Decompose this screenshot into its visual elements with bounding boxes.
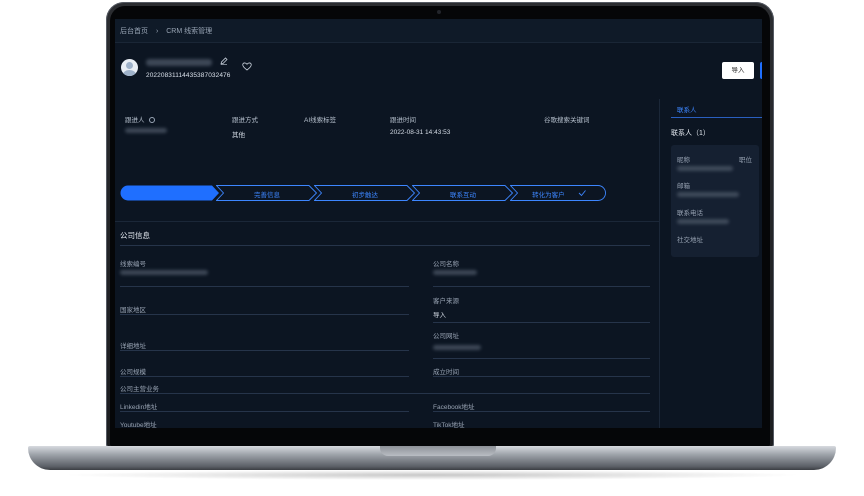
field-underline <box>120 411 409 412</box>
field-underline <box>120 393 650 394</box>
tab-underline <box>671 117 762 118</box>
step-label: 转化为客户 <box>532 192 565 199</box>
scale-label: 公司规模 <box>120 369 146 376</box>
field-underline <box>433 411 650 412</box>
facebook-label: Facebook地址 <box>433 404 475 411</box>
step-label: 联系互动 <box>450 192 476 199</box>
divider <box>115 221 660 222</box>
step-label: 初步触达 <box>352 192 378 199</box>
position-label: 职位 <box>739 157 752 164</box>
company-name-label: 公司名称 <box>433 261 459 268</box>
lead-no-value-redacted <box>120 270 208 277</box>
ai-tag-label: AI线索标签 <box>304 117 337 124</box>
lead-header: 20220831114435387032476 <box>115 43 762 99</box>
nickname-value-redacted <box>677 166 733 173</box>
laptop-notch <box>380 446 496 456</box>
phone-label: 联系电话 <box>677 210 703 217</box>
region-label: 国家地区 <box>120 307 146 314</box>
primary-action-button[interactable] <box>760 62 762 79</box>
phone-value-redacted <box>677 219 729 226</box>
website-value-redacted <box>433 345 481 352</box>
time-label: 跟进时间 <box>390 117 416 124</box>
section-title: 公司信息 <box>120 231 150 240</box>
field-underline <box>120 314 409 315</box>
step-label: 完善信息 <box>254 192 280 199</box>
breadcrumb-separator: › <box>155 28 159 35</box>
field-underline <box>433 286 650 287</box>
time-value: 2022-08-31 14:43:53 <box>390 129 451 136</box>
lead-id: 20220831114435387032476 <box>146 72 231 79</box>
field-underline <box>120 286 409 287</box>
step-convert-customer[interactable]: 转化为客户 <box>510 185 606 201</box>
founded-label: 成立时间 <box>433 369 459 376</box>
method-label: 跟进方式 <box>232 117 258 124</box>
social-label: 社交地址 <box>677 237 703 244</box>
tab-contacts[interactable]: 联系人 <box>677 104 697 114</box>
favorite-heart-icon[interactable] <box>242 62 252 73</box>
laptop-mockup: 后台首页 › CRM 线索管理 20220831114435387032476 … <box>0 0 864 496</box>
method-value: 其他 <box>232 132 245 139</box>
address-label: 详细地址 <box>120 343 146 350</box>
main-panel: 跟进人 跟进方式 其他 AI线索标签 跟进时间 2022-08-31 14:43… <box>115 99 660 428</box>
keyword-label: 谷歌搜索关键词 <box>544 117 590 124</box>
source-label: 客户来源 <box>433 298 459 305</box>
nickname-label: 昵称 <box>677 157 690 164</box>
step-interaction[interactable]: 联系互动 <box>412 185 514 201</box>
top-bar: 后台首页 › CRM 线索管理 <box>115 19 762 43</box>
contacts-count-title: 联系人（1） <box>671 130 710 137</box>
field-underline <box>120 376 409 377</box>
source-value: 导入 <box>433 312 446 319</box>
step-initial-contact[interactable]: 初步触达 <box>314 185 416 201</box>
tiktok-label: TikTok地址 <box>433 422 465 428</box>
follower-value-redacted <box>125 128 167 135</box>
edit-icon[interactable] <box>220 57 228 67</box>
import-button[interactable]: 导入 <box>722 62 754 79</box>
email-value-redacted <box>677 192 739 199</box>
field-underline <box>433 358 650 359</box>
field-underline <box>433 376 650 377</box>
step-complete-info[interactable]: 完善信息 <box>216 185 318 201</box>
avatar <box>121 59 138 76</box>
company-name-value-redacted <box>433 270 477 277</box>
field-underline <box>120 350 409 351</box>
step-current[interactable] <box>120 185 220 201</box>
website-label: 公司网址 <box>433 333 459 340</box>
email-label: 邮箱 <box>677 183 690 190</box>
contacts-panel: 联系人 联系人（1） 昵称 职位 邮箱 联系电话 社交地址 <box>661 99 762 428</box>
crm-screen: 后台首页 › CRM 线索管理 20220831114435387032476 … <box>115 19 762 428</box>
info-icon[interactable] <box>149 117 156 124</box>
laptop-shadow <box>60 470 804 480</box>
camera-icon <box>437 10 441 14</box>
follower-label: 跟进人 <box>125 114 156 124</box>
lead-name-redacted <box>146 59 214 66</box>
business-label: 公司主营业务 <box>120 386 159 393</box>
breadcrumb-home[interactable]: 后台首页 <box>120 28 148 35</box>
contact-card[interactable]: 昵称 职位 邮箱 联系电话 社交地址 <box>671 145 759 257</box>
divider <box>120 245 650 246</box>
linkedin-label: Linkedin地址 <box>120 404 158 411</box>
lead-no-label: 线索编号 <box>120 261 146 268</box>
field-underline <box>433 322 650 323</box>
breadcrumb-current: CRM 线索管理 <box>166 28 213 35</box>
breadcrumb: 后台首页 › CRM 线索管理 <box>120 26 218 36</box>
youtube-label: Youtube地址 <box>120 422 157 428</box>
